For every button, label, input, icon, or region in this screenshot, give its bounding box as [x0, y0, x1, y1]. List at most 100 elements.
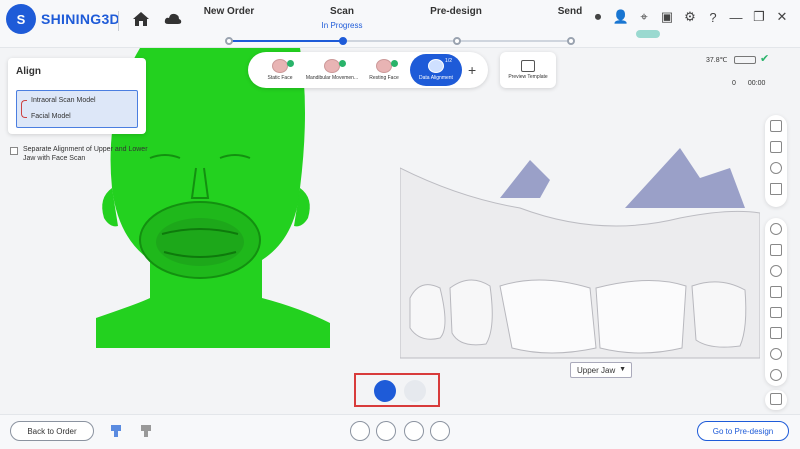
tab-label: Data Alignment: [419, 75, 453, 81]
intraoral-scan-model[interactable]: [400, 48, 760, 414]
alignment-thumbnail-icon: [428, 59, 444, 73]
face-thumbnail-icon: [376, 59, 392, 73]
align-model-list[interactable]: Intraoral Scan Model Facial Model: [16, 90, 138, 128]
capture-tabs: Static Face Mandibular Movemen... Restin…: [248, 52, 489, 88]
tab-label: Resting Face: [369, 75, 399, 81]
align-item-facial[interactable]: Facial Model: [31, 113, 71, 120]
step-dot: [225, 37, 233, 45]
view-toolbar: [765, 115, 787, 207]
grid-icon[interactable]: [770, 120, 782, 132]
align-panel: Align Intraoral Scan Model Facial Model: [8, 58, 146, 134]
step-dot: [567, 37, 575, 45]
temperature-readout: 37.8℃: [706, 57, 728, 64]
footer-tool-2[interactable]: [376, 421, 396, 441]
back-label: Back to Order: [27, 426, 77, 436]
scanner-icon[interactable]: [108, 423, 124, 439]
tool-toolbar: [765, 218, 787, 386]
scanner-alt-icon[interactable]: [138, 423, 154, 439]
jaw-toggle-group: [354, 373, 440, 407]
step-dot-active: [339, 37, 347, 45]
tab-resting-face[interactable]: Resting Face: [358, 54, 410, 86]
user-view-icon[interactable]: [770, 393, 782, 405]
link-bracket-icon: [21, 100, 27, 118]
close-icon[interactable]: ✕: [774, 9, 790, 25]
split-icon[interactable]: [770, 327, 782, 340]
top-header: S SHINING3D New Order Scan In Progress P…: [0, 0, 800, 48]
check-icon: [339, 60, 346, 67]
battery-icon: [734, 56, 756, 64]
cube-icon[interactable]: [770, 243, 782, 256]
check-icon: ✔: [760, 53, 770, 65]
align-item-intraoral[interactable]: Intraoral Scan Model: [31, 97, 96, 104]
tab-label: Mandibular Movemen...: [305, 75, 359, 81]
screen-icon[interactable]: ▣: [659, 9, 675, 25]
check-icon: [391, 60, 398, 67]
jaw-thumbnail-icon: [324, 59, 340, 73]
preview-label: Preview Template: [508, 74, 548, 80]
step-pre-design[interactable]: Pre-design: [411, 6, 501, 30]
step-scan[interactable]: Scan In Progress: [297, 6, 387, 30]
tab-mandibular-movement[interactable]: Mandibular Movemen...: [306, 54, 358, 86]
sphere-icon[interactable]: [770, 264, 782, 277]
home-icon[interactable]: [131, 9, 151, 29]
align-title: Align: [16, 66, 41, 77]
tab-badge: 1/2: [445, 58, 452, 64]
step-status: [184, 21, 274, 30]
jaw-select-value: Upper Jaw: [577, 366, 616, 375]
star-icon[interactable]: [770, 285, 782, 298]
bulb-icon[interactable]: [770, 369, 782, 381]
user-icon[interactable]: 👤: [613, 9, 629, 25]
upper-jaw-toggle-button[interactable]: [374, 380, 396, 402]
cloud-icon[interactable]: [163, 9, 183, 29]
tab-static-face[interactable]: Static Face: [254, 54, 306, 86]
preview-icon: [521, 60, 535, 72]
logo-mark: S: [6, 4, 36, 34]
layers-icon[interactable]: [770, 141, 782, 153]
go-to-pre-design-button[interactable]: Go to Pre-design: [697, 421, 789, 441]
chevron-down-icon: ▼: [619, 366, 626, 373]
person-icon[interactable]: [770, 348, 782, 361]
target-icon[interactable]: ⌖: [636, 9, 652, 25]
step-label: Scan: [330, 6, 354, 17]
record-icon[interactable]: ⏺: [590, 9, 606, 25]
separate-alignment-checkbox[interactable]: [10, 147, 18, 155]
transform-icon[interactable]: [770, 306, 782, 319]
tab-label: Static Face: [267, 75, 293, 81]
light-icon[interactable]: [770, 162, 782, 174]
preview-template-button[interactable]: Preview Template: [500, 52, 556, 88]
lower-jaw-toggle-button[interactable]: [404, 380, 426, 402]
footer-tool-1[interactable]: [350, 421, 370, 441]
footer-tool-3[interactable]: [404, 421, 424, 441]
separate-alignment-option[interactable]: Separate Alignment of Upper and Lower Ja…: [10, 145, 150, 163]
back-to-order-button[interactable]: Back to Order: [10, 421, 94, 441]
focus-icon[interactable]: [770, 223, 782, 235]
face-thumbnail-icon: [272, 59, 288, 73]
screenshot-icon[interactable]: [770, 183, 782, 195]
add-capture-button[interactable]: +: [468, 62, 476, 78]
step-track-progress: [228, 40, 343, 42]
jaw-select[interactable]: Upper Jaw ▼: [570, 362, 632, 378]
restore-icon[interactable]: ❐: [751, 9, 767, 25]
step-label: New Order: [203, 6, 255, 17]
count-a: 0: [732, 80, 736, 87]
settings-icon[interactable]: ⚙: [682, 9, 698, 25]
tab-data-alignment[interactable]: Data Alignment 1/2: [410, 54, 462, 86]
timer: 00:00: [747, 80, 766, 87]
user-toolbar: [765, 390, 787, 410]
counters: 0 00:00: [732, 80, 765, 87]
step-dot: [453, 37, 461, 45]
step-status: In Progress: [321, 21, 363, 30]
help-icon[interactable]: ?: [705, 9, 721, 25]
window-controls: ⏺ 👤 ⌖ ▣ ⚙ ? — ❐ ✕: [590, 9, 790, 25]
logo: S SHINING3D: [6, 4, 120, 34]
footer: Back to Order Go to Pre-design: [0, 414, 800, 449]
header-divider: [118, 11, 119, 31]
separate-alignment-label: Separate Alignment of Upper and Lower Ja…: [23, 146, 148, 162]
step-new-order[interactable]: New Order: [184, 6, 274, 30]
check-icon: [287, 60, 294, 67]
minimize-icon[interactable]: —: [728, 9, 744, 25]
brand-name: SHINING3D: [41, 11, 120, 27]
undo-button[interactable]: [430, 421, 450, 441]
step-status: [411, 21, 501, 30]
workflow-steps: New Order Scan In Progress Pre-design Se…: [188, 0, 592, 48]
